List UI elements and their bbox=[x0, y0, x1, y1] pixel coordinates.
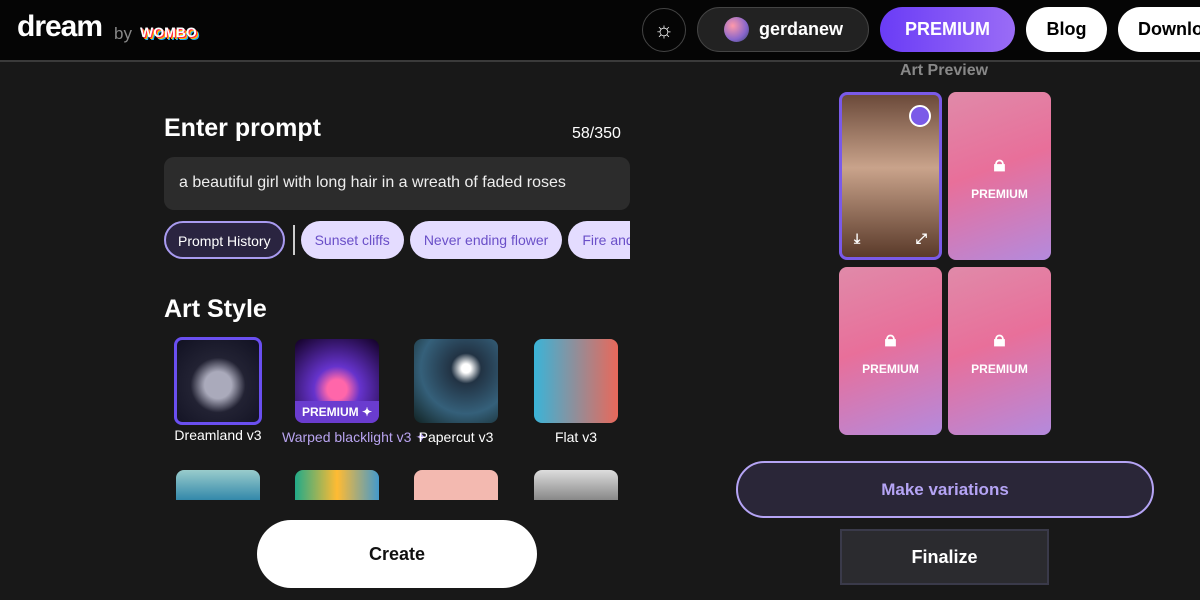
preview-locked[interactable]: 🔒︎ PREMIUM bbox=[839, 267, 942, 435]
prompt-input[interactable]: a beautiful girl with long hair in a wre… bbox=[164, 157, 630, 210]
user-menu-button[interactable]: gerdanew bbox=[697, 7, 869, 52]
blog-button[interactable]: Blog bbox=[1026, 7, 1107, 52]
locked-label: PREMIUM bbox=[862, 362, 919, 376]
style-label: Flat v3 bbox=[554, 429, 597, 445]
divider bbox=[292, 225, 295, 255]
style-thumbnail bbox=[414, 339, 498, 423]
style-thumbnail: PREMIUM ✦ bbox=[295, 339, 379, 423]
preview-locked[interactable]: 🔒︎ PREMIUM bbox=[948, 92, 1051, 260]
prompt-history-button[interactable]: Prompt History bbox=[164, 221, 285, 259]
download-button[interactable]: Download bbox=[1118, 7, 1200, 52]
art-preview-title: Art Preview bbox=[900, 62, 989, 79]
selected-indicator bbox=[909, 105, 931, 127]
char-count: 58/350 bbox=[572, 125, 621, 142]
logo-by: by bbox=[114, 24, 132, 43]
style-papercut[interactable]: Papercut v3 bbox=[401, 339, 511, 445]
style-thumbnail[interactable] bbox=[295, 470, 379, 500]
preview-image-selected[interactable]: ⤓ ⤢ bbox=[839, 92, 942, 260]
style-label: Papercut v3 bbox=[418, 429, 494, 445]
style-warped-blacklight[interactable]: PREMIUM ✦ Warped blacklight v3 ✦ bbox=[282, 339, 428, 446]
style-thumbnail bbox=[174, 337, 262, 425]
style-thumbnail[interactable] bbox=[534, 470, 618, 500]
style-flat[interactable]: Flat v3 bbox=[521, 339, 631, 445]
art-style-title: Art Style bbox=[164, 295, 267, 323]
avatar bbox=[724, 17, 749, 42]
username: gerdanew bbox=[759, 19, 844, 39]
logo[interactable]: dream bbox=[17, 10, 103, 44]
header: dream by WOMBO ☼ gerdanew PREMIUM Blog D… bbox=[0, 0, 1200, 62]
style-thumbnail bbox=[534, 339, 618, 423]
download-icon[interactable]: ⤓ bbox=[854, 230, 860, 247]
style-label: Dreamland v3 bbox=[174, 427, 262, 443]
preview-locked[interactable]: 🔒︎ PREMIUM bbox=[948, 267, 1051, 435]
style-dreamland[interactable]: Dreamland v3 bbox=[163, 337, 273, 443]
suggestion-chip[interactable]: Fire and water bbox=[568, 221, 630, 259]
lock-icon: 🔒︎ bbox=[993, 326, 1006, 351]
locked-label: PREMIUM bbox=[971, 362, 1028, 376]
wombo-logo: WOMBO bbox=[140, 24, 197, 40]
suggestion-chip[interactable]: Never ending flower bbox=[409, 221, 563, 259]
style-label: Warped blacklight v3 ✦ bbox=[282, 429, 428, 445]
style-thumbnail[interactable] bbox=[176, 470, 260, 500]
style-thumbnail[interactable] bbox=[414, 470, 498, 500]
lock-icon: 🔒︎ bbox=[993, 151, 1006, 176]
locked-label: PREMIUM bbox=[971, 187, 1028, 201]
suggestion-chip[interactable]: Sunset cliffs bbox=[300, 221, 404, 259]
lock-icon: 🔒︎ bbox=[884, 326, 897, 351]
make-variations-button[interactable]: Make variations bbox=[736, 461, 1154, 518]
expand-icon[interactable]: ⤢ bbox=[916, 230, 927, 247]
premium-button[interactable]: PREMIUM bbox=[880, 7, 1015, 52]
suggestion-chips: Prompt History Sunset cliffs Never ending … bbox=[164, 221, 630, 261]
theme-toggle-sun-icon[interactable]: ☼ bbox=[642, 8, 686, 52]
premium-badge: PREMIUM ✦ bbox=[295, 401, 379, 423]
create-button[interactable]: Create bbox=[257, 520, 537, 588]
prompt-title: Enter prompt bbox=[164, 114, 321, 142]
finalize-button[interactable]: Finalize bbox=[840, 529, 1049, 585]
